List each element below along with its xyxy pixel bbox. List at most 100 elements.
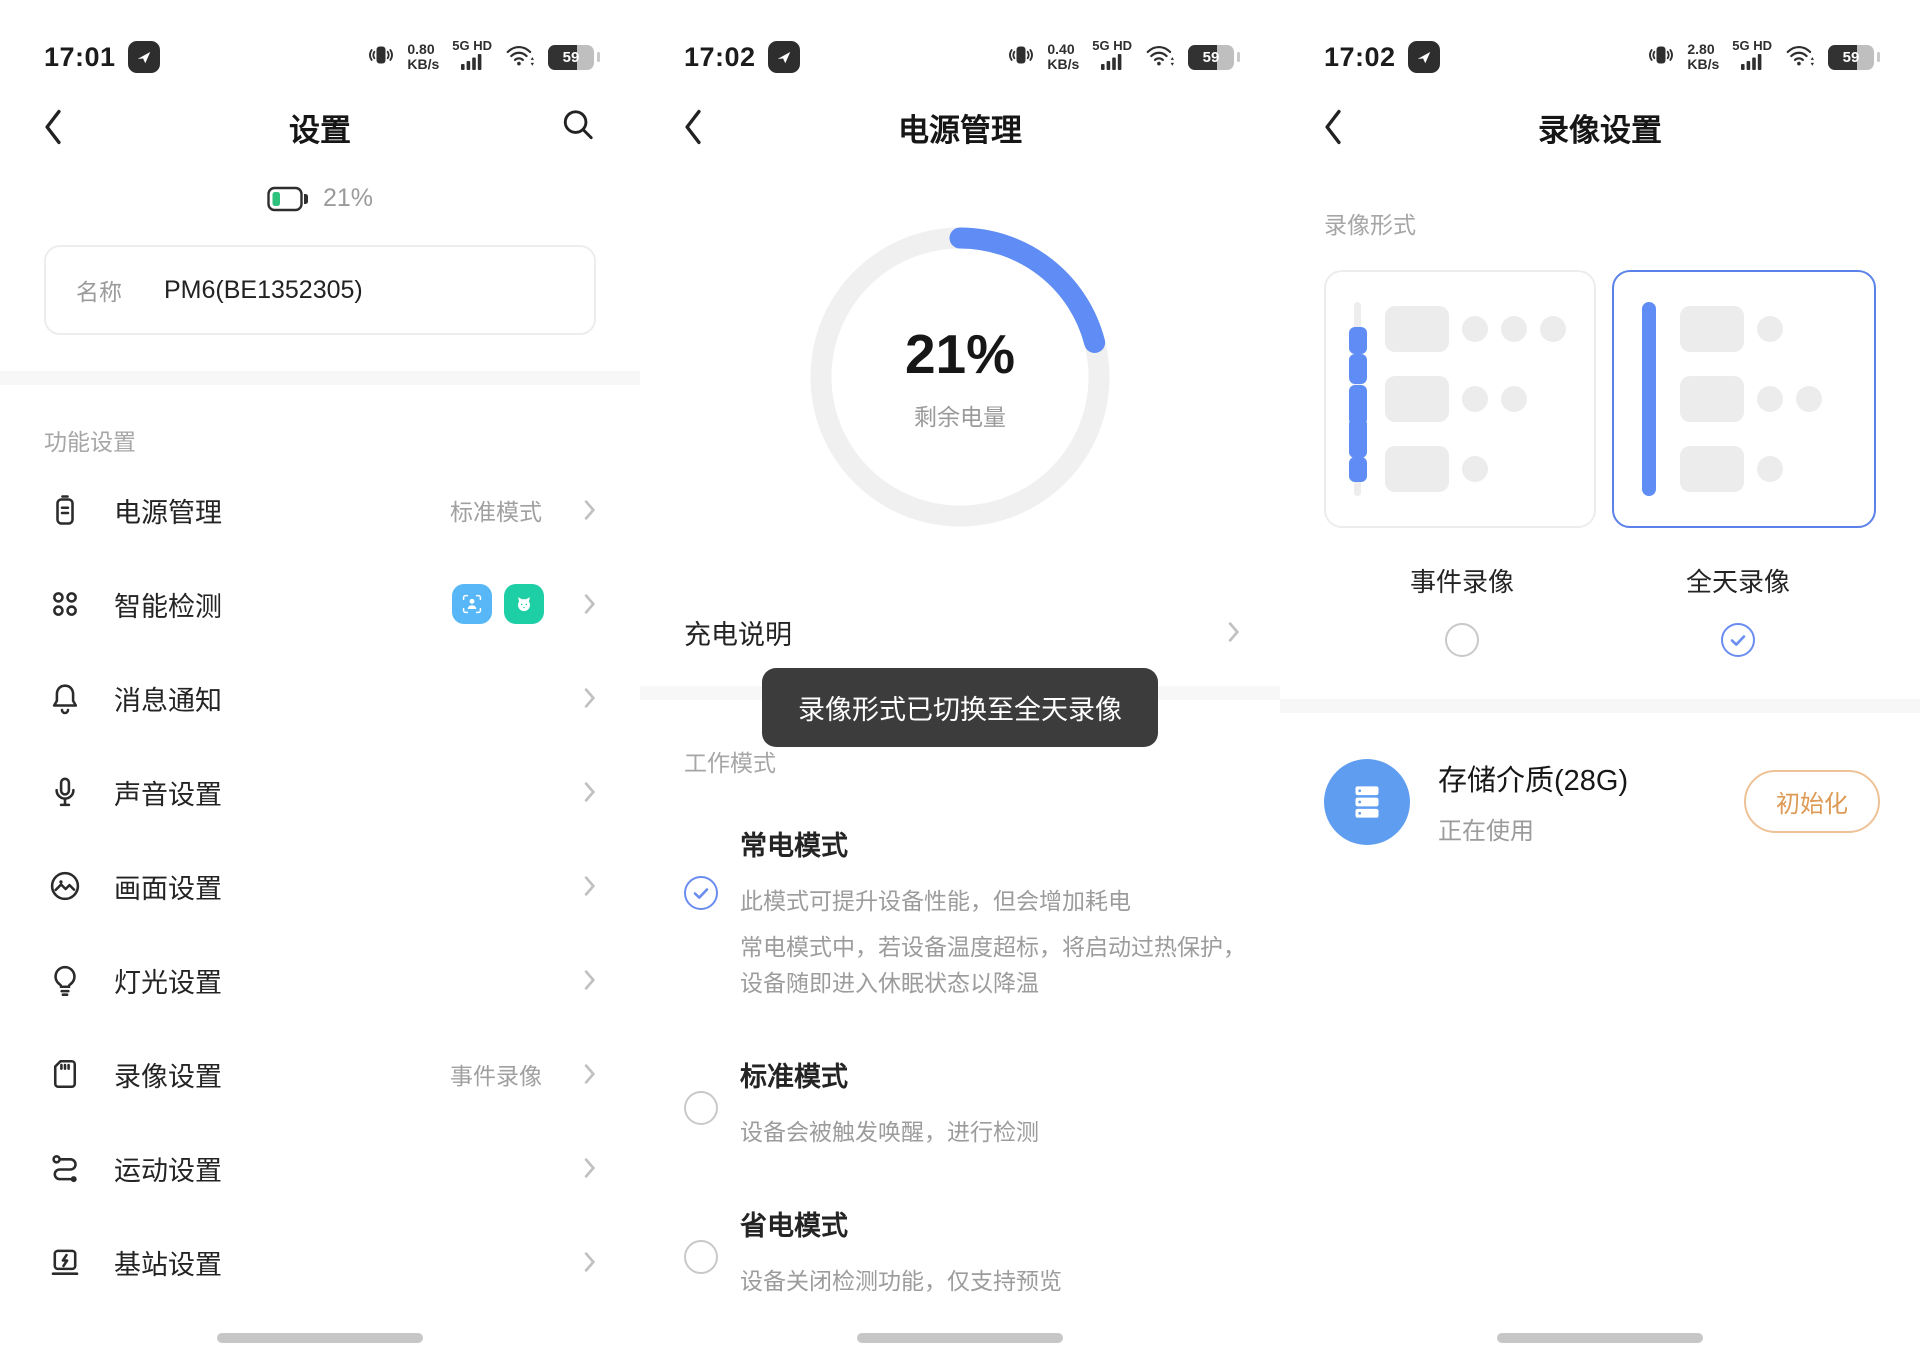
power-battery-icon: [44, 489, 86, 531]
menu-item-basestation[interactable]: 基站设置: [44, 1215, 596, 1309]
storage-title: 存储介质(28G): [1438, 757, 1716, 799]
vibrate-icon: [368, 42, 394, 73]
page-title: 录像设置: [1538, 105, 1662, 150]
base-station-icon: [44, 1241, 86, 1283]
home-indicator[interactable]: [1497, 1333, 1703, 1343]
signal-bars-icon: [460, 53, 484, 70]
option-allday-recording[interactable]: 全天录像: [1600, 562, 1876, 657]
screen-settings: 17:01 0.80KB/s 5G HD: [0, 0, 640, 1367]
chevron-right-icon: [584, 688, 596, 708]
home-indicator[interactable]: [217, 1333, 423, 1343]
screen-recording-settings: 17:02 2.80KB/s 5G HD: [1280, 0, 1920, 1367]
status-time: 17:01: [44, 42, 116, 73]
status-bar: 17:01 0.80KB/s 5G HD: [44, 28, 600, 86]
network-type: 5G HD: [452, 39, 492, 75]
radio-button[interactable]: [684, 1240, 718, 1274]
radio-button[interactable]: [684, 876, 718, 910]
pet-detect-badge-icon: [504, 584, 544, 624]
radio-button[interactable]: [1721, 623, 1755, 657]
signal-bars-icon: [1740, 53, 1764, 70]
wifi-icon: [1785, 43, 1815, 72]
net-speed: 0.40KB/s: [1047, 42, 1079, 72]
bell-icon: [44, 677, 86, 719]
motion-route-icon: [44, 1147, 86, 1189]
image-icon: [44, 865, 86, 907]
back-button[interactable]: [682, 107, 718, 147]
page-title: 电源管理: [898, 105, 1022, 150]
section-divider: [0, 371, 640, 385]
search-button[interactable]: [560, 107, 596, 148]
settings-header: 设置: [0, 96, 640, 158]
bulb-icon: [44, 959, 86, 1001]
menu-item-display[interactable]: 画面设置: [44, 839, 596, 933]
net-speed: 0.80KB/s: [407, 42, 439, 72]
name-label: 名称: [76, 273, 122, 307]
section-label-workmode: 工作模式: [684, 744, 1236, 778]
chevron-right-icon: [1228, 622, 1240, 642]
battery-nub: [1237, 52, 1240, 62]
battery-nub: [1877, 52, 1880, 62]
mode-option-always-on[interactable]: 常电模式 此模式可提升设备性能，但会增加耗电 常电模式中，若设备温度超标，将启动…: [640, 824, 1280, 1001]
charge-info-row[interactable]: 充电说明: [684, 604, 1240, 660]
app-notification-icon: [768, 41, 800, 73]
menu-value: 事件录像: [450, 1057, 542, 1091]
status-time: 17:02: [1324, 42, 1396, 73]
home-indicator[interactable]: [857, 1333, 1063, 1343]
net-speed: 2.80KB/s: [1687, 42, 1719, 72]
back-icon: [682, 108, 704, 146]
network-type: 5G HD: [1092, 39, 1132, 75]
gauge-label: 剩余电量: [914, 398, 1006, 432]
mode-option-standard[interactable]: 标准模式 设备会被触发唤醒，进行检测: [640, 1055, 1280, 1150]
recording-mode-options: 事件录像 全天录像: [1324, 562, 1876, 657]
menu-item-recording[interactable]: 录像设置 事件录像: [44, 1027, 596, 1121]
device-battery-row: 21%: [0, 184, 640, 213]
network-type: 5G HD: [1732, 39, 1772, 75]
menu-item-power[interactable]: 电源管理 标准模式: [44, 463, 596, 557]
signal-bars-icon: [1100, 53, 1124, 70]
toast-message: 录像形式已切换至全天录像: [762, 668, 1158, 747]
back-icon: [42, 108, 64, 146]
menu-item-smart-detect[interactable]: 智能检测: [44, 557, 596, 651]
section-label-functions: 功能设置: [44, 423, 596, 457]
vibrate-icon: [1648, 42, 1674, 73]
chevron-right-icon: [584, 876, 596, 896]
smart-detect-icon: [44, 583, 86, 625]
chevron-right-icon: [584, 594, 596, 614]
menu-item-motion[interactable]: 运动设置: [44, 1121, 596, 1215]
menu-item-notifications[interactable]: 消息通知: [44, 651, 596, 745]
human-detect-badge-icon: [452, 584, 492, 624]
storage-row: 存储介质(28G) 正在使用 初始化: [1324, 757, 1880, 846]
chevron-right-icon: [584, 1158, 596, 1178]
device-name-card[interactable]: 名称 PM6(BE1352305): [44, 245, 596, 335]
back-button[interactable]: [42, 107, 78, 147]
settings-menu: 电源管理 标准模式 智能检测: [44, 463, 596, 1309]
detect-badges: [452, 584, 544, 624]
app-notification-icon: [128, 41, 160, 73]
sdcard-icon: [44, 1053, 86, 1095]
option-event-recording[interactable]: 事件录像: [1324, 562, 1600, 657]
power-header: 电源管理: [640, 96, 1280, 158]
recording-header: 录像设置: [1280, 96, 1920, 158]
menu-item-sound[interactable]: 声音设置: [44, 745, 596, 839]
chevron-right-icon: [584, 1252, 596, 1272]
status-bar: 17:02 0.40KB/s 5G HD: [684, 28, 1240, 86]
chevron-right-icon: [584, 1064, 596, 1084]
mode-option-power-saving[interactable]: 省电模式 设备关闭检测功能，仅支持预览: [640, 1204, 1280, 1299]
radio-button[interactable]: [684, 1091, 718, 1125]
battery-gauge: 21% 剩余电量: [795, 212, 1125, 542]
microphone-icon: [44, 771, 86, 813]
battery-indicator: 59: [548, 45, 594, 70]
battery-indicator: 59: [1828, 45, 1874, 70]
screen-power-management: 17:02 0.40KB/s 5G HD: [640, 0, 1280, 1367]
status-bar: 17:02 2.80KB/s 5G HD: [1324, 28, 1880, 86]
initialize-button[interactable]: 初始化: [1744, 770, 1880, 833]
section-label-recording-mode: 录像形式: [1324, 206, 1876, 240]
vibrate-icon: [1008, 42, 1034, 73]
device-battery-icon: [267, 186, 309, 212]
menu-item-light[interactable]: 灯光设置: [44, 933, 596, 1027]
card-allday-recording[interactable]: [1612, 270, 1876, 528]
radio-button[interactable]: [1445, 623, 1479, 657]
card-event-recording[interactable]: [1324, 270, 1596, 528]
back-button[interactable]: [1322, 107, 1358, 147]
chevron-right-icon: [584, 782, 596, 802]
